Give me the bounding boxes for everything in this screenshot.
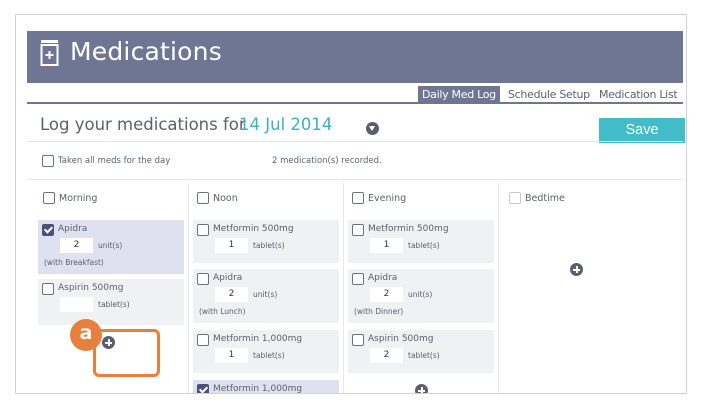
med-taken-checkbox[interactable] bbox=[42, 283, 54, 295]
app-title: Medications bbox=[70, 37, 222, 66]
med-card[interactable]: Apidra 2 unit(s) (with Breakfast) bbox=[38, 220, 184, 274]
med-name: Apidra bbox=[213, 273, 243, 283]
evening-checkbox[interactable] bbox=[352, 192, 364, 204]
dose-unit: tablet(s) bbox=[253, 241, 285, 250]
date-dropdown-icon[interactable] bbox=[366, 122, 379, 135]
dose-input[interactable] bbox=[60, 297, 93, 312]
med-note: (with Breakfast) bbox=[44, 258, 104, 267]
med-name: Metformin 1,000mg bbox=[213, 384, 303, 394]
med-card[interactable]: Apidra 2 unit(s) (with Lunch) bbox=[193, 269, 339, 323]
med-taken-checkbox[interactable] bbox=[352, 273, 364, 285]
med-name: Metformin 500mg bbox=[213, 224, 294, 234]
add-evening-med-icon[interactable] bbox=[415, 384, 428, 393]
noon-checkbox[interactable] bbox=[197, 192, 209, 204]
divider bbox=[27, 179, 683, 180]
dose-unit: tablet(s) bbox=[408, 241, 440, 250]
med-card[interactable]: Metformin 500mg 1 tablet(s) bbox=[193, 220, 339, 263]
med-name: Metformin 1,000mg bbox=[213, 334, 303, 344]
med-card[interactable]: Metformin 500mg 1 tablet(s) bbox=[348, 220, 494, 263]
app-window: Medications Daily Med Log Schedule Setup… bbox=[15, 14, 687, 394]
med-taken-checkbox[interactable] bbox=[197, 384, 209, 393]
med-name: Apidra bbox=[368, 273, 398, 283]
log-date[interactable]: 14 Jul 2014 bbox=[239, 115, 332, 134]
dose-unit: tablet(s) bbox=[253, 351, 285, 360]
tab-schedule-setup[interactable]: Schedule Setup bbox=[504, 86, 594, 104]
divider bbox=[27, 141, 683, 142]
bedtime-checkbox[interactable] bbox=[509, 192, 521, 204]
save-button[interactable]: Save bbox=[599, 118, 685, 143]
column-divider bbox=[188, 183, 189, 393]
med-card[interactable]: Metformin 1,000mg bbox=[193, 380, 339, 394]
tab-daily-med-log[interactable]: Daily Med Log bbox=[418, 86, 500, 104]
med-card[interactable]: Aspirin 500mg tablet(s) bbox=[38, 279, 184, 325]
column-header-bedtime: Bedtime bbox=[525, 193, 565, 204]
column-divider bbox=[343, 183, 344, 393]
all-meds-label: Taken all meds for the day bbox=[58, 156, 171, 166]
dose-input[interactable]: 1 bbox=[370, 238, 403, 253]
med-taken-checkbox[interactable] bbox=[197, 273, 209, 285]
column-header-morning: Morning bbox=[59, 193, 98, 204]
column-header-evening: Evening bbox=[368, 193, 407, 204]
med-card[interactable]: Apidra 2 unit(s) (with Dinner) bbox=[348, 269, 494, 323]
pill-bottle-icon bbox=[40, 40, 59, 66]
med-taken-checkbox[interactable] bbox=[197, 224, 209, 236]
callout-badge: a bbox=[70, 319, 102, 351]
column-divider bbox=[498, 183, 499, 393]
column-header-noon: Noon bbox=[213, 193, 238, 204]
log-prefix-text: Log your medications for bbox=[40, 115, 246, 134]
med-name: Aspirin 500mg bbox=[58, 283, 124, 293]
med-taken-checkbox[interactable] bbox=[352, 224, 364, 236]
dose-input[interactable]: 1 bbox=[215, 348, 248, 363]
add-bedtime-med-icon[interactable] bbox=[570, 263, 583, 276]
morning-checkbox[interactable] bbox=[43, 192, 55, 204]
med-taken-checkbox[interactable] bbox=[352, 334, 364, 346]
dose-unit: unit(s) bbox=[98, 241, 123, 250]
tab-medication-list[interactable]: Medication List bbox=[595, 86, 681, 104]
dose-input[interactable]: 2 bbox=[215, 287, 248, 302]
med-card[interactable]: Metformin 1,000mg 1 tablet(s) bbox=[193, 330, 339, 373]
dose-unit: tablet(s) bbox=[98, 300, 130, 309]
med-name: Aspirin 500mg bbox=[368, 334, 434, 344]
all-meds-checkbox[interactable] bbox=[42, 155, 54, 167]
dose-input[interactable]: 1 bbox=[215, 238, 248, 253]
med-note: (with Dinner) bbox=[354, 307, 404, 316]
med-card[interactable]: Aspirin 500mg 2 tablet(s) bbox=[348, 330, 494, 373]
dose-input[interactable]: 2 bbox=[370, 287, 403, 302]
dose-input[interactable]: 2 bbox=[60, 238, 93, 253]
med-taken-checkbox[interactable] bbox=[42, 224, 54, 236]
med-name: Apidra bbox=[58, 224, 88, 234]
med-taken-checkbox[interactable] bbox=[197, 334, 209, 346]
recorded-count: 2 medication(s) recorded. bbox=[272, 156, 382, 166]
dose-unit: tablet(s) bbox=[408, 351, 440, 360]
med-note: (with Lunch) bbox=[199, 307, 246, 316]
dose-unit: unit(s) bbox=[253, 290, 278, 299]
dose-input[interactable]: 2 bbox=[370, 348, 403, 363]
app-header: Medications bbox=[27, 31, 683, 83]
dose-unit: unit(s) bbox=[408, 290, 433, 299]
callout-highlight-box bbox=[93, 329, 160, 377]
med-name: Metformin 500mg bbox=[368, 224, 449, 234]
tab-bar: Daily Med Log Schedule Setup Medication … bbox=[27, 83, 683, 104]
